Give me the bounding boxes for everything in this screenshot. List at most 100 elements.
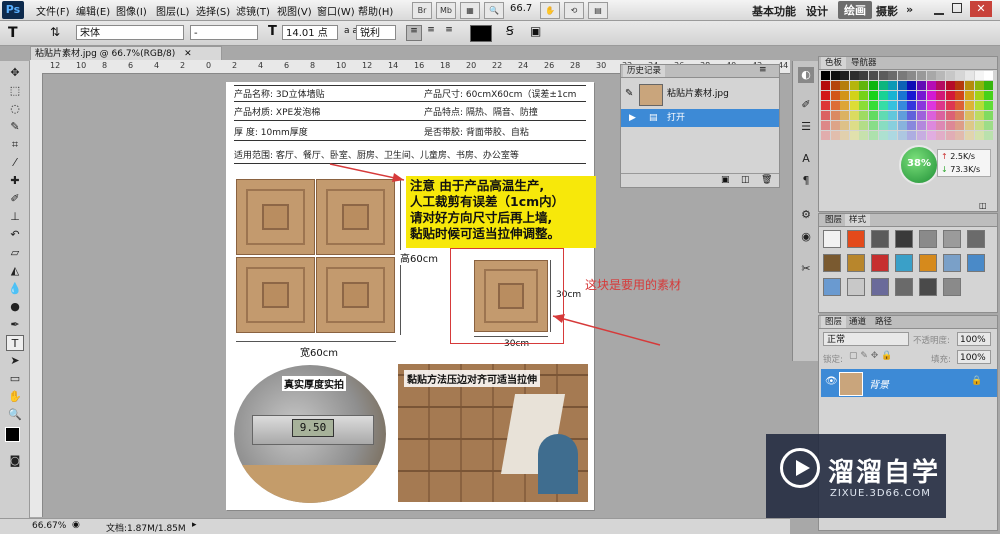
- swatch[interactable]: [936, 131, 946, 140]
- swatch[interactable]: [897, 131, 907, 140]
- swatch[interactable]: [917, 71, 926, 80]
- swatch[interactable]: [859, 91, 869, 100]
- swatch[interactable]: [821, 121, 830, 130]
- swatch[interactable]: [974, 91, 984, 100]
- swatch[interactable]: [878, 101, 888, 110]
- swatch[interactable]: [917, 121, 926, 130]
- lock-pixels-icon[interactable]: ▢ ✎ ✥ 🔒: [849, 351, 892, 361]
- tab-styles[interactable]: 样式: [845, 214, 871, 226]
- swatch[interactable]: [984, 111, 994, 120]
- swatch[interactable]: [849, 121, 859, 130]
- swatch[interactable]: [821, 91, 830, 100]
- swatch[interactable]: [859, 101, 869, 110]
- swatch[interactable]: [878, 91, 888, 100]
- style-preset[interactable]: [895, 278, 913, 296]
- swatch[interactable]: [945, 111, 955, 120]
- swatch[interactable]: [974, 81, 984, 90]
- swatch[interactable]: [888, 81, 898, 90]
- swatch[interactable]: [821, 111, 830, 120]
- swatch[interactable]: [840, 111, 850, 120]
- swatch[interactable]: [917, 111, 926, 120]
- swatch[interactable]: [840, 101, 850, 110]
- swatch[interactable]: [869, 81, 878, 90]
- swatch[interactable]: [926, 131, 936, 140]
- swatch[interactable]: [984, 131, 994, 140]
- swatch[interactable]: [945, 71, 955, 80]
- swatch[interactable]: [869, 131, 878, 140]
- swatch[interactable]: [840, 121, 850, 130]
- swatch[interactable]: [830, 91, 840, 100]
- swatch[interactable]: [859, 121, 869, 130]
- swatch[interactable]: [849, 111, 859, 120]
- swatch[interactable]: [965, 131, 974, 140]
- tab-channels[interactable]: 通道: [845, 316, 870, 328]
- swatch[interactable]: [917, 131, 926, 140]
- swatch-grid[interactable]: [821, 71, 997, 143]
- swatch[interactable]: [926, 81, 936, 90]
- panel-menu-icon[interactable]: ≡: [759, 65, 767, 75]
- style-preset[interactable]: [823, 278, 841, 296]
- style-preset[interactable]: [847, 230, 865, 248]
- swatch[interactable]: [926, 111, 936, 120]
- swatch[interactable]: [878, 71, 888, 80]
- layer-row[interactable]: 👁 背景 🔒: [821, 369, 997, 397]
- swatch[interactable]: [878, 81, 888, 90]
- swatch[interactable]: [897, 111, 907, 120]
- swatch[interactable]: [869, 91, 878, 100]
- swatch[interactable]: [897, 121, 907, 130]
- color-panel-icon[interactable]: ◐: [798, 67, 814, 83]
- swatch[interactable]: [897, 71, 907, 80]
- swatch[interactable]: [859, 71, 869, 80]
- swatch[interactable]: [888, 71, 898, 80]
- swatch[interactable]: [821, 131, 830, 140]
- swatch[interactable]: [878, 111, 888, 120]
- swatch[interactable]: [936, 111, 946, 120]
- swatch[interactable]: [830, 111, 840, 120]
- style-preset[interactable]: [943, 278, 961, 296]
- swatch[interactable]: [849, 131, 859, 140]
- style-preset[interactable]: [823, 230, 841, 248]
- swatch[interactable]: [830, 121, 840, 130]
- tools-strip-icon[interactable]: ✂: [798, 261, 814, 277]
- swatch[interactable]: [984, 121, 994, 130]
- swatch[interactable]: [830, 101, 840, 110]
- swatch[interactable]: [907, 81, 917, 90]
- swatch[interactable]: [926, 71, 936, 80]
- swatch[interactable]: [945, 91, 955, 100]
- swatch[interactable]: [821, 81, 830, 90]
- style-preset[interactable]: [895, 230, 913, 248]
- swatch[interactable]: [984, 91, 994, 100]
- swatch[interactable]: [945, 101, 955, 110]
- network-meter[interactable]: 38%: [899, 145, 939, 185]
- swatch[interactable]: [926, 91, 936, 100]
- swatch[interactable]: [821, 101, 830, 110]
- swatch[interactable]: [965, 81, 974, 90]
- style-preset[interactable]: [919, 278, 937, 296]
- tab-navigator[interactable]: 导航器: [847, 57, 881, 69]
- swatch[interactable]: [955, 111, 965, 120]
- swatch[interactable]: [907, 111, 917, 120]
- swatch[interactable]: [830, 131, 840, 140]
- swatch[interactable]: [974, 71, 984, 80]
- swatch[interactable]: [945, 121, 955, 130]
- new-document-from-state-icon[interactable]: ▣: [721, 175, 730, 185]
- character-icon[interactable]: A: [798, 151, 814, 167]
- style-preset[interactable]: [871, 278, 889, 296]
- swatch[interactable]: [955, 81, 965, 90]
- tab-swatches[interactable]: 色板: [821, 57, 847, 69]
- swatch[interactable]: [897, 101, 907, 110]
- swatch[interactable]: [830, 71, 840, 80]
- tab-layers[interactable]: 图层: [821, 316, 847, 328]
- swatch[interactable]: [849, 81, 859, 90]
- swatch[interactable]: [974, 121, 984, 130]
- blend-mode-select[interactable]: 正常: [823, 332, 909, 346]
- swatch[interactable]: [859, 111, 869, 120]
- swatch[interactable]: [955, 131, 965, 140]
- swatch[interactable]: [849, 91, 859, 100]
- swatch[interactable]: [917, 81, 926, 90]
- swatch[interactable]: [955, 121, 965, 130]
- style-preset[interactable]: [919, 254, 937, 272]
- swatch[interactable]: [936, 81, 946, 90]
- eye-icon[interactable]: 👁: [825, 376, 838, 387]
- tab-paths[interactable]: 路径: [871, 316, 896, 328]
